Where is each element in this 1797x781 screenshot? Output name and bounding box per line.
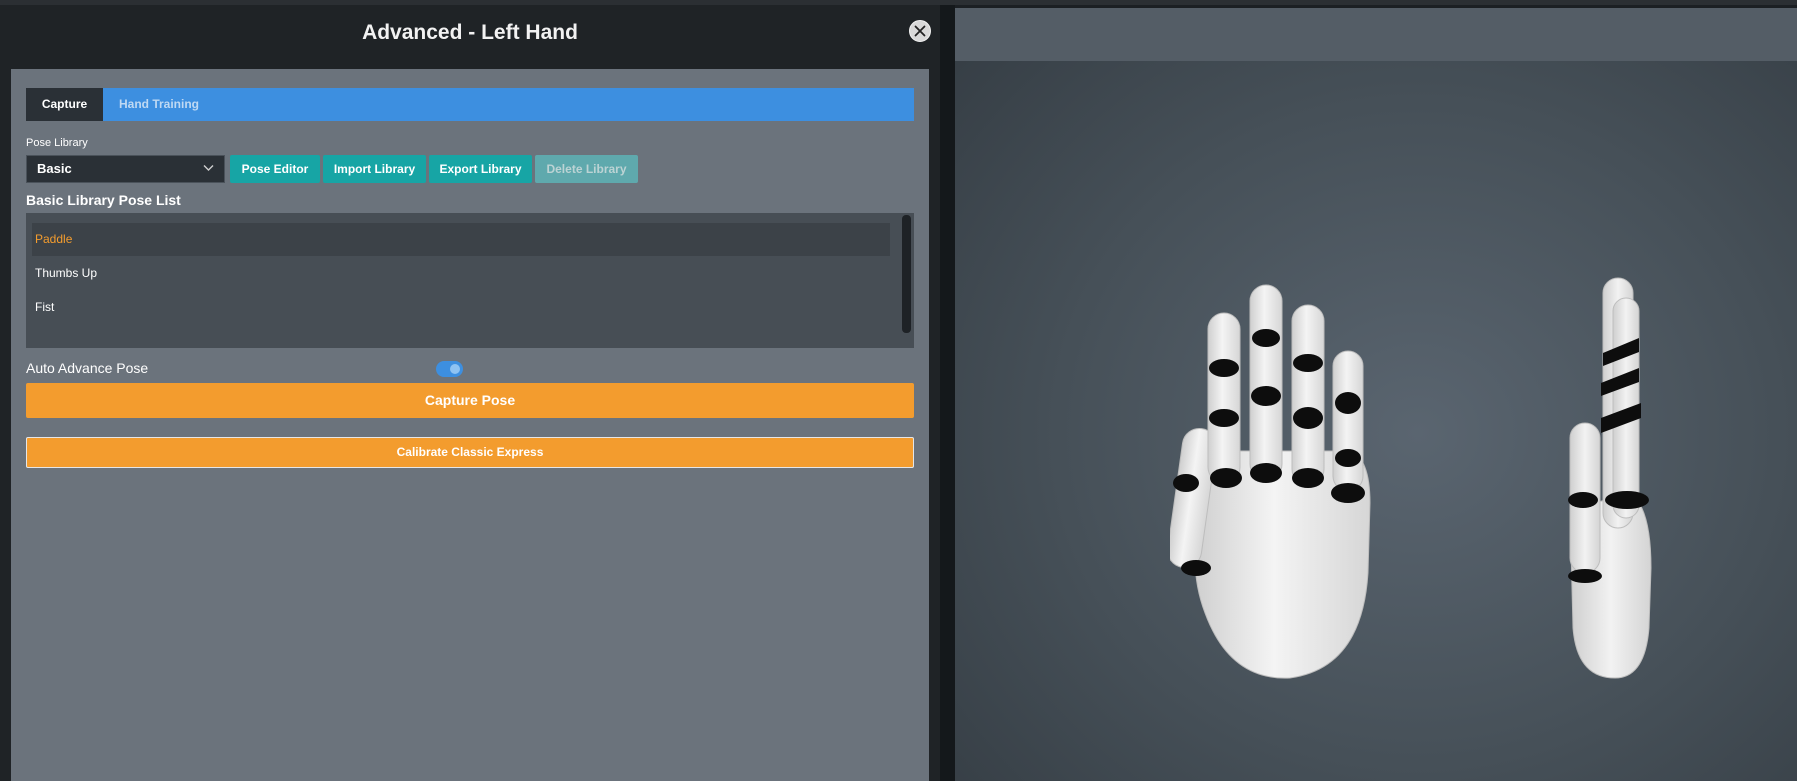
pose-library-label: Pose Library	[26, 137, 88, 149]
pose-editor-button[interactable]: Pose Editor	[230, 155, 320, 183]
list-item-paddle[interactable]: Paddle	[32, 223, 890, 256]
auto-advance-label: Auto Advance Pose	[26, 360, 149, 376]
auto-advance-toggle[interactable]	[436, 361, 463, 377]
calibrate-button[interactable]: Calibrate Classic Express	[26, 437, 914, 468]
export-library-button[interactable]: Export Library	[429, 155, 532, 183]
modal-content: Capture Hand Training Pose Library Basic…	[11, 69, 929, 781]
robot-hand-side-view	[1568, 277, 1652, 679]
toggle-knob	[450, 364, 460, 374]
capture-pose-button[interactable]: Capture Pose	[26, 383, 914, 418]
viewport-header	[955, 8, 1797, 61]
advanced-left-hand-modal: Advanced - Left Hand Capture Hand Traini…	[0, 5, 940, 781]
panel-divider	[940, 5, 955, 781]
pose-list-scrollbar[interactable]	[902, 215, 911, 333]
hand-3d-viewport[interactable]	[955, 8, 1797, 781]
robot-hand-front-view	[1170, 284, 1371, 679]
tab-capture[interactable]: Capture	[26, 88, 103, 121]
close-button[interactable]	[909, 20, 931, 42]
modal-title: Advanced - Left Hand	[362, 21, 578, 44]
tab-bar: Capture Hand Training	[26, 88, 914, 121]
pose-library-selected: Basic	[37, 161, 72, 176]
pose-list: Paddle Thumbs Up Fist	[26, 213, 914, 348]
list-item-fist[interactable]: Fist	[32, 291, 890, 324]
chevron-down-icon	[203, 165, 214, 171]
close-icon	[914, 25, 926, 37]
import-library-button[interactable]: Import Library	[323, 155, 426, 183]
list-item-thumbs-up[interactable]: Thumbs Up	[32, 257, 890, 290]
delete-library-button[interactable]: Delete Library	[535, 155, 638, 183]
pose-library-select[interactable]: Basic	[26, 155, 225, 183]
pose-list-title: Basic Library Pose List	[26, 192, 181, 208]
tab-hand-training[interactable]: Hand Training	[119, 88, 199, 121]
